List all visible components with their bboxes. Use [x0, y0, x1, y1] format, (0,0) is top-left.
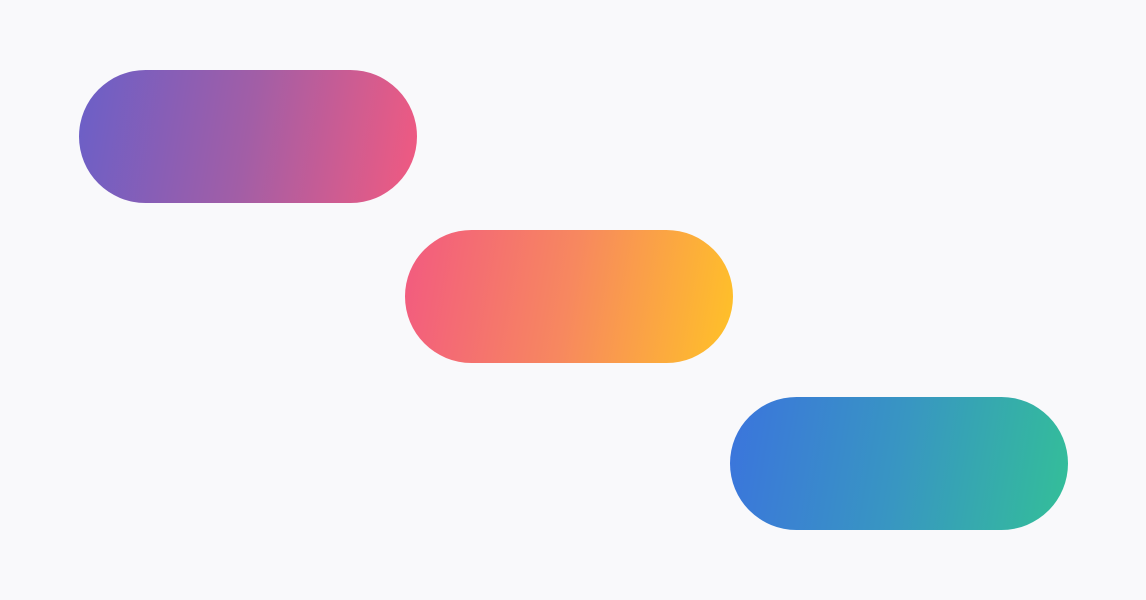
canvas [0, 0, 1146, 600]
gradient-pill-pink-yellow[interactable] [405, 230, 733, 363]
gradient-pill-purple-pink[interactable] [79, 70, 417, 203]
gradient-pill-blue-teal[interactable] [730, 397, 1068, 530]
